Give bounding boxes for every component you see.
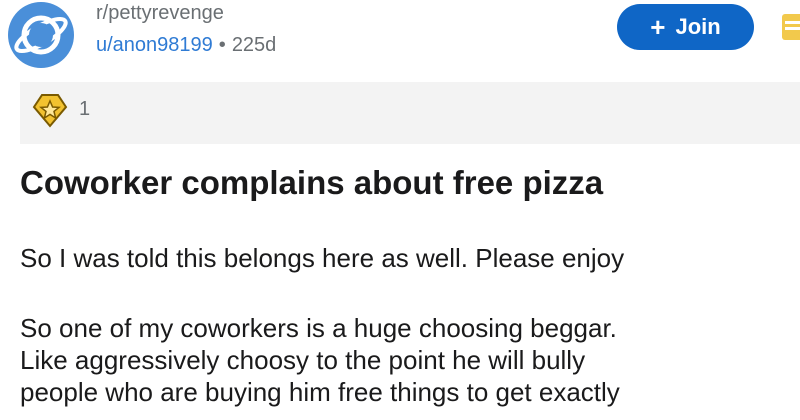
join-button-label: Join [675, 14, 721, 39]
body-line: people who are buying him free things to… [20, 377, 620, 407]
body-line: Like aggressively choosy to the point he… [20, 345, 586, 375]
subreddit-planet-icon [14, 15, 68, 55]
post-meta: u/anon98199 • 225d [96, 34, 276, 57]
post-age: 225d [231, 34, 277, 56]
plus-icon: + [650, 12, 666, 42]
post-body-paragraph-1: So I was told this belongs here as well.… [20, 243, 625, 273]
awards-bar: 1 [20, 82, 800, 144]
subreddit-avatar[interactable] [8, 2, 74, 68]
star-award-icon[interactable] [32, 92, 68, 128]
post-body-paragraph-2: So one of my coworkers is a huge choosin… [20, 312, 620, 408]
join-button[interactable]: + Join [617, 4, 754, 50]
subreddit-name[interactable]: r/pettyrevenge [96, 2, 224, 25]
meta-separator: • [218, 34, 226, 56]
post-title: Coworker complains about free pizza [20, 164, 604, 201]
post-header: r/pettyrevenge u/anon98199 • 225d + Join [0, 0, 800, 72]
body-line: So one of my coworkers is a huge choosin… [20, 313, 617, 343]
award-count: 1 [79, 98, 91, 120]
menu-icon[interactable] [782, 12, 800, 42]
username-link[interactable]: u/anon98199 [96, 34, 213, 56]
